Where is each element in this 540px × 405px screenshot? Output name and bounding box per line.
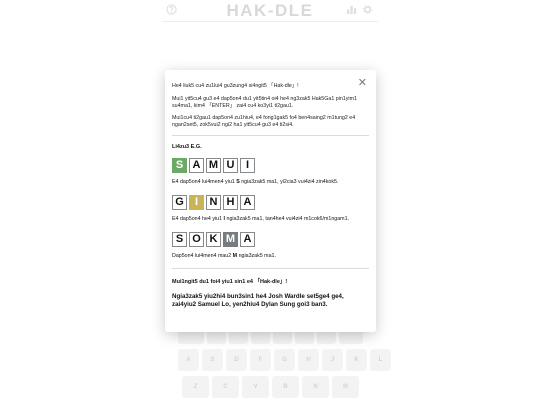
how-to-play-modal: ✕ He4 liuk5 cu4 zu1lui4 gu3zung4 si4ngit… [165, 70, 376, 332]
example-1: S A M U I E4 dap5on4 lui4men4 yiu1 S ngi… [172, 157, 369, 186]
explanation-text: E4 dap5on4 he4 yiu1 [172, 215, 224, 222]
credits-text: Ngia3zak5 yiu2hi4 bun3sin1 he4 Josh Ward… [172, 293, 344, 309]
daily-note: Mui1ngit5 du1 foi4 yiu1 sin1 e4 「Hak-dle… [172, 279, 288, 286]
example-3: S O K M A Dap5on4 lui4men4 mau2 M ngia3z… [172, 231, 369, 260]
rule-text-1: Mui1 yit5cu4 gu3 e4 dap5on4 du1 yit5tin4… [172, 95, 357, 109]
tile: S [172, 231, 187, 247]
tile-correct: S [172, 157, 187, 173]
explanation-text: Dap5on4 lui4men4 mau2 [172, 252, 233, 259]
tile: A [189, 157, 204, 173]
tile: A [240, 194, 255, 210]
tile-present: I [189, 194, 204, 210]
explanation-text: ngia3zak5 ma1, tan4he4 vui4zi4 m1cok6/m1… [225, 215, 350, 222]
tile: A [240, 231, 255, 247]
example-explanation: E4 dap5on4 he4 yiu1 I ngia3zak5 ma1, tan… [172, 216, 369, 223]
tile-absent: M [223, 231, 238, 247]
example-tiles: S O K M A [172, 231, 369, 247]
example-2: G I N H A E4 dap5on4 he4 yiu1 I ngia3zak… [172, 194, 369, 223]
explanation-text: ngia3zak5 ma1, yi2cia3 vui4zi4 zin4kok5. [239, 178, 339, 185]
examples-heading: Li4zu3 E.G. [172, 143, 202, 150]
tile: N [206, 194, 221, 210]
tile: H [223, 194, 238, 210]
example-tiles: S A M U I [172, 157, 369, 173]
tile: I [240, 157, 255, 173]
example-tiles: G I N H A [172, 194, 369, 210]
tile: O [189, 231, 204, 247]
tile: M [206, 157, 221, 173]
explanation-text: E4 dap5on4 lui4men4 yiu1 [172, 178, 237, 185]
intro-text: He4 liuk5 cu4 zu1lui4 gu3zung4 si4ngit5 … [172, 83, 299, 89]
example-explanation: E4 dap5on4 lui4men4 yiu1 S ngia3zak5 ma1… [172, 179, 369, 186]
divider [172, 134, 369, 136]
tile: G [172, 194, 187, 210]
example-explanation: Dap5on4 lui4men4 mau2 M ngia3zak5 ma1. [172, 253, 369, 260]
rule-text-2: Mui1cu4 ti2gau1 dap5on4 zu1hiu4, e4 fong… [172, 115, 356, 129]
close-icon[interactable]: ✕ [358, 78, 367, 89]
explanation-text: ngia3zak5 ma1. [237, 252, 276, 259]
tile: U [223, 157, 238, 173]
tile: K [206, 231, 221, 247]
divider [172, 268, 369, 270]
